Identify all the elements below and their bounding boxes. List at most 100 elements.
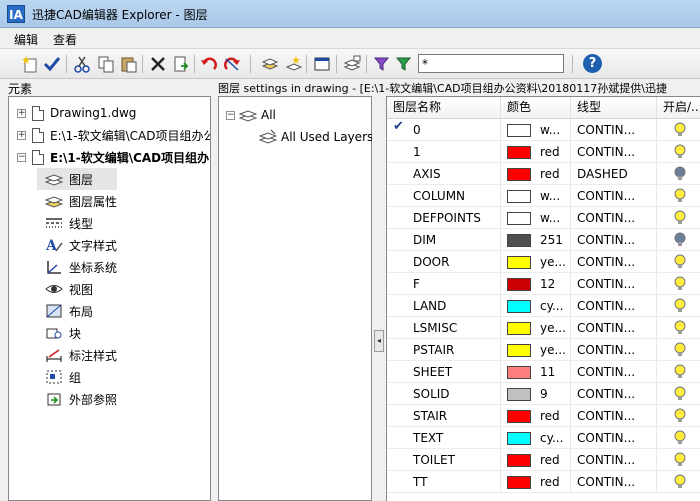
layer-linetype-cell[interactable]: DASHED <box>571 163 657 185</box>
table-row[interactable]: F 12 CONTIN... <box>387 273 700 295</box>
layer-name-cell[interactable]: DOOR <box>387 251 501 273</box>
table-row[interactable]: SOLID 9 CONTIN... <box>387 383 700 405</box>
redo-red-icon[interactable] <box>222 54 242 74</box>
filter-tree-root[interactable]: − All <box>219 104 276 126</box>
color-swatch[interactable] <box>507 124 531 137</box>
layer-name-cell[interactable]: DEFPOINTS <box>387 207 501 229</box>
table-row[interactable]: SHEET 11 CONTIN... <box>387 361 700 383</box>
layer-name-cell[interactable]: 1 <box>387 141 501 163</box>
color-swatch[interactable] <box>507 300 531 313</box>
table-row[interactable]: STAIR red CONTIN... <box>387 405 700 427</box>
bulb-on-icon[interactable] <box>674 254 686 273</box>
bulb-on-icon[interactable] <box>674 210 686 229</box>
layer-new-icon[interactable] <box>284 54 304 74</box>
table-row[interactable]: LSMISC ye... CONTIN... <box>387 317 700 339</box>
layer-linetype-cell[interactable]: CONTIN... <box>571 471 657 493</box>
bulb-on-icon[interactable] <box>674 342 686 361</box>
layer-name-cell[interactable]: TOILET <box>387 449 501 471</box>
table-row[interactable]: 1 red CONTIN... <box>387 141 700 163</box>
bulb-on-icon[interactable] <box>674 408 686 427</box>
layer-linetype-cell[interactable]: CONTIN... <box>571 317 657 339</box>
table-row[interactable]: DOOR ye... CONTIN... <box>387 251 700 273</box>
table-row[interactable]: AXIS red DASHED <box>387 163 700 185</box>
bulb-on-icon[interactable] <box>674 364 686 383</box>
table-row[interactable]: DEFPOINTS w... CONTIN... <box>387 207 700 229</box>
layer-linetype-cell[interactable]: CONTIN... <box>571 141 657 163</box>
tree-item-group[interactable]: 组 <box>9 366 81 388</box>
tree-file-row[interactable]: + E:\1-软文编辑\CAD项目组办公 <box>9 124 210 146</box>
layer-linetype-cell[interactable]: CONTIN... <box>571 427 657 449</box>
column-header-name[interactable]: 图层名称 <box>387 97 501 119</box>
expand-plus-icon[interactable]: + <box>17 130 26 140</box>
new-star-icon[interactable] <box>20 54 40 74</box>
bulb-on-icon[interactable] <box>674 144 686 163</box>
layer-tool-icon[interactable] <box>260 54 280 74</box>
table-row[interactable]: LAND cy... CONTIN... <box>387 295 700 317</box>
apply-check-icon[interactable] <box>42 54 62 74</box>
color-swatch[interactable] <box>507 366 531 379</box>
layer-linetype-cell[interactable]: CONTIN... <box>571 185 657 207</box>
bulb-on-icon[interactable] <box>674 430 686 449</box>
table-row[interactable]: ✔ 0 w... CONTIN... <box>387 119 700 141</box>
window-icon[interactable] <box>312 54 332 74</box>
tree-item-layers[interactable]: 图层 <box>37 168 117 190</box>
layer-linetype-cell[interactable]: CONTIN... <box>571 295 657 317</box>
expand-plus-icon[interactable]: + <box>17 108 26 118</box>
menu-edit[interactable]: 编辑 <box>14 31 38 48</box>
layer-name-cell[interactable]: LSMISC <box>387 317 501 339</box>
tree-file-row[interactable]: − E:\1-软文编辑\CAD项目组办 <box>9 146 209 168</box>
bulb-on-icon[interactable] <box>674 298 686 317</box>
bulb-on-icon[interactable] <box>674 452 686 471</box>
layer-name-cell[interactable]: STAIR <box>387 405 501 427</box>
layer-linetype-cell[interactable]: CONTIN... <box>571 449 657 471</box>
column-header-on[interactable]: 开启/... <box>657 97 700 119</box>
layer-linetype-cell[interactable]: CONTIN... <box>571 361 657 383</box>
layer-linetype-cell[interactable]: CONTIN... <box>571 251 657 273</box>
help-icon[interactable]: ? <box>583 54 602 73</box>
color-swatch[interactable] <box>507 146 531 159</box>
filter-funnel-icon[interactable] <box>372 54 392 74</box>
undo-red-icon[interactable] <box>199 54 219 74</box>
layer-filter-tree[interactable]: − All All Used Layers <box>218 96 373 501</box>
export-doc-icon[interactable] <box>171 54 191 74</box>
tree-file-row[interactable]: + Drawing1.dwg <box>9 102 136 124</box>
table-row[interactable]: TOILET red CONTIN... <box>387 449 700 471</box>
menu-view[interactable]: 查看 <box>53 31 77 48</box>
tree-item-dimension-style[interactable]: 标注样式 <box>9 344 117 366</box>
layer-list-icon[interactable] <box>342 54 362 74</box>
tree-item-layer-properties[interactable]: 图层属性 <box>9 190 117 212</box>
bulb-on-icon[interactable] <box>674 276 686 295</box>
table-row[interactable]: PSTAIR ye... CONTIN... <box>387 339 700 361</box>
layer-name-cell[interactable]: F <box>387 273 501 295</box>
paste-icon[interactable] <box>119 54 139 74</box>
layer-linetype-cell[interactable]: CONTIN... <box>571 405 657 427</box>
collapse-minus-icon[interactable]: − <box>17 152 26 162</box>
table-row[interactable]: DIM 251 CONTIN... <box>387 229 700 251</box>
layer-name-cell[interactable]: PSTAIR <box>387 339 501 361</box>
elements-tree[interactable]: + Drawing1.dwg + E:\1-软文编辑\CAD项目组办公 − E:… <box>8 96 211 501</box>
color-swatch[interactable] <box>507 234 531 247</box>
table-row[interactable]: COLUMN w... CONTIN... <box>387 185 700 207</box>
delete-x-icon[interactable] <box>148 54 168 74</box>
tree-item-view[interactable]: 视图 <box>9 278 93 300</box>
color-swatch[interactable] <box>507 322 531 335</box>
tree-item-ucs[interactable]: 坐标系统 <box>9 256 117 278</box>
cut-icon[interactable] <box>72 54 92 74</box>
tree-item-xref[interactable]: 外部参照 <box>9 388 117 410</box>
layer-linetype-cell[interactable]: CONTIN... <box>571 207 657 229</box>
layer-name-cell[interactable]: AXIS <box>387 163 501 185</box>
filter-apply-icon[interactable] <box>394 54 414 74</box>
bulb-on-icon[interactable] <box>674 188 686 207</box>
bulb-off-icon[interactable] <box>674 232 686 251</box>
tree-item-block[interactable]: 块 <box>9 322 81 344</box>
color-swatch[interactable] <box>507 212 531 225</box>
layer-linetype-cell[interactable]: CONTIN... <box>571 339 657 361</box>
tree-item-layout[interactable]: 布局 <box>9 300 93 322</box>
color-swatch[interactable] <box>507 388 531 401</box>
layer-linetype-cell[interactable]: CONTIN... <box>571 229 657 251</box>
color-swatch[interactable] <box>507 454 531 467</box>
layer-name-cell[interactable]: TEXT <box>387 427 501 449</box>
color-swatch[interactable] <box>507 432 531 445</box>
color-swatch[interactable] <box>507 168 531 181</box>
bulb-on-icon[interactable] <box>674 122 686 141</box>
